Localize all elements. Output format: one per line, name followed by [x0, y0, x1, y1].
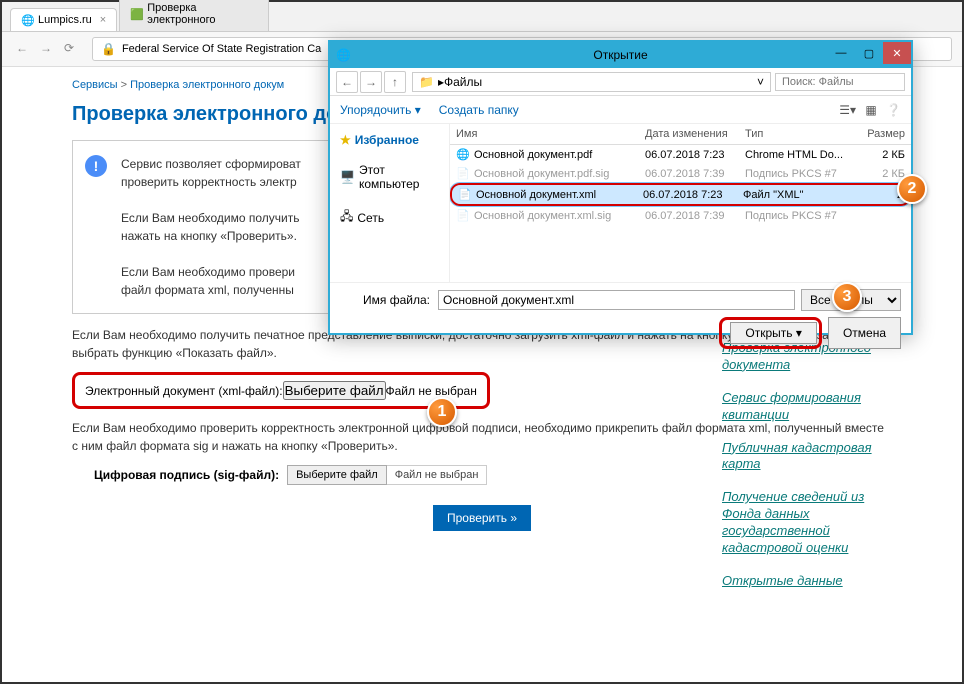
nav-back-icon[interactable]: ←: [336, 71, 358, 93]
open-button[interactable]: Открыть ▾: [730, 322, 817, 344]
sidebar-favorites[interactable]: ★Избранное: [336, 130, 443, 150]
organize-button[interactable]: Упорядочить ▾: [340, 103, 421, 117]
favicon-icon: 🌐: [21, 14, 33, 26]
open-button-highlight: Открыть ▾: [719, 317, 822, 349]
lock-icon: 🔒: [101, 42, 116, 56]
cancel-button[interactable]: Отмена: [828, 317, 901, 349]
dialog-title-text: Открытие: [330, 48, 911, 62]
dialog-sidebar: ★Избранное 🖥️Этот компьютер 🖧Сеть: [330, 124, 450, 282]
close-button[interactable]: ✕: [883, 42, 911, 64]
file-row-xmlsig[interactable]: 📄Основной документ.xml.sig 06.07.2018 7:…: [450, 206, 911, 225]
chevron-down-icon[interactable]: ˅: [757, 75, 764, 89]
badge-1: 1: [427, 397, 457, 427]
help-icon[interactable]: ❔: [886, 103, 901, 117]
browser-tab-1[interactable]: 🌐 Lumpics.ru ×: [10, 8, 117, 31]
file-open-dialog: 🌐 Открытие — ▢ ✕ ← → ↑ 📁 ▸ Файлы ˅ Упоря…: [328, 40, 913, 335]
sidebar-link-2[interactable]: Публичная кадастровая карта: [722, 440, 892, 474]
newfolder-button[interactable]: Создать папку: [439, 103, 519, 117]
xml-field-highlight: Электронный документ (xml-файл): Выберит…: [72, 372, 490, 409]
pdf-icon: 🌐: [456, 148, 470, 161]
dropdown-icon[interactable]: ▾: [796, 326, 802, 340]
col-type[interactable]: Тип: [745, 128, 855, 140]
url-text: Federal Service Of State Registration Ca: [122, 43, 321, 55]
computer-icon: 🖥️: [340, 170, 355, 184]
breadcrumb-current[interactable]: Проверка электронного докум: [130, 79, 284, 91]
search-input[interactable]: [775, 73, 905, 91]
sig-icon: 📄: [456, 167, 470, 180]
file-list: Имя Дата изменения Тип Размер 🌐Основной …: [450, 124, 911, 282]
sig-status: Файл не выбран: [387, 465, 488, 485]
col-date[interactable]: Дата изменения: [645, 128, 745, 140]
browser-tab-2[interactable]: 🟩 Проверка электронного: [119, 0, 269, 31]
xml-icon: 📄: [458, 188, 472, 201]
badge-2: 2: [897, 174, 927, 204]
sidebar-thispc[interactable]: 🖥️Этот компьютер: [336, 160, 443, 194]
file-row-pdfsig[interactable]: 📄Основной документ.pdf.sig 06.07.2018 7:…: [450, 164, 911, 183]
dialog-toolbar: Упорядочить ▾ Создать папку ☰▾ ▦ ❔: [330, 96, 911, 124]
file-row-pdf[interactable]: 🌐Основной документ.pdf 06.07.2018 7:23 C…: [450, 145, 911, 164]
sidebar-link-3[interactable]: Получение сведений из Фонда данных госуд…: [722, 489, 892, 557]
col-size[interactable]: Размер: [855, 128, 905, 140]
sidebar-link-1[interactable]: Сервис формирования квитанции: [722, 390, 892, 424]
nav-up-icon[interactable]: ↑: [384, 71, 406, 93]
xml-label: Электронный документ (xml-файл):: [85, 384, 283, 398]
tab-label: Проверка электронного: [147, 2, 258, 26]
forward-icon[interactable]: →: [40, 41, 56, 57]
sig-icon: 📄: [456, 209, 470, 222]
dialog-nav: ← → ↑ 📁 ▸ Файлы ˅: [330, 68, 911, 96]
filename-input[interactable]: [438, 290, 795, 310]
tab-label: Lumpics.ru: [38, 14, 92, 26]
view-list-icon[interactable]: ☰▾: [839, 103, 856, 117]
path-input[interactable]: 📁 ▸ Файлы ˅: [412, 72, 771, 92]
breadcrumb-services[interactable]: Сервисы: [72, 79, 118, 91]
dialog-titlebar[interactable]: 🌐 Открытие — ▢ ✕: [330, 42, 911, 68]
maximize-button[interactable]: ▢: [855, 42, 883, 64]
favicon-icon: 🟩: [130, 8, 142, 20]
back-icon[interactable]: ←: [16, 41, 32, 57]
file-headers[interactable]: Имя Дата изменения Тип Размер: [450, 124, 911, 145]
reload-icon[interactable]: ⟳: [64, 41, 80, 57]
right-sidebar: Проверка электронного документа Сервис ф…: [722, 340, 892, 606]
choose-sig-button[interactable]: Выберите файл: [287, 465, 387, 485]
sidebar-link-4[interactable]: Открытые данные: [722, 573, 892, 590]
verify-button[interactable]: Проверить »: [433, 505, 531, 531]
choose-xml-button[interactable]: Выберите файл: [283, 381, 386, 400]
file-row-xml-selected[interactable]: 📄Основной документ.xml 06.07.2018 7:23 Ф…: [450, 183, 911, 206]
browser-tabs: 🌐 Lumpics.ru × 🟩 Проверка электронного: [2, 2, 962, 32]
badge-3: 3: [832, 282, 862, 312]
view-details-icon[interactable]: ▦: [865, 103, 876, 117]
minimize-button[interactable]: —: [827, 42, 855, 64]
close-icon[interactable]: ×: [100, 14, 106, 26]
sidebar-network[interactable]: 🖧Сеть: [336, 204, 443, 231]
xml-status: Файл не выбран: [386, 384, 477, 398]
nav-forward-icon[interactable]: →: [360, 71, 382, 93]
chrome-icon: 🌐: [336, 48, 350, 62]
sig-label: Цифровая подпись (sig-файл):: [94, 468, 279, 482]
star-icon: ★: [340, 133, 351, 147]
folder-icon: 📁: [419, 75, 434, 89]
filename-label: Имя файла:: [340, 293, 430, 307]
info-icon: !: [85, 155, 107, 177]
col-name[interactable]: Имя: [456, 128, 645, 140]
network-icon: 🖧: [340, 207, 353, 228]
dialog-footer: Имя файла: Все файлы Открыть ▾ Отмена: [330, 282, 911, 355]
